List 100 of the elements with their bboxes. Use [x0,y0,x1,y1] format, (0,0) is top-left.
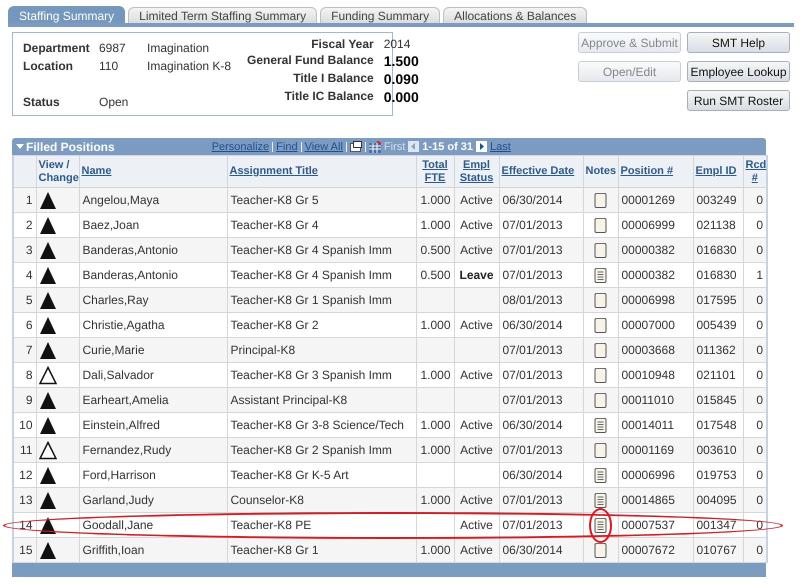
table-cell: 0 [743,362,767,388]
triangle-icon[interactable] [38,316,56,334]
notepad-icon[interactable] [594,366,607,384]
notepad-icon[interactable] [594,192,607,208]
table-cell: 00014865 [618,488,693,512]
notepad-icon[interactable] [594,242,607,258]
table-cell: 00010948 [618,362,693,388]
table-cell: Active [454,362,499,388]
table-cell: 005439 [693,312,743,338]
notepad-icon[interactable] [594,542,607,558]
table-cell: 0 [743,338,767,362]
table-cell: Christie,Agatha [79,312,227,338]
table-cell: 07/01/2013 [499,488,583,512]
table-cell: Active [454,538,499,562]
table-cell: 0 [743,438,767,462]
table-cell: Banderas,Antonio [79,238,227,262]
table-cell: 0 [743,462,767,488]
table-cell: Earheart,Amelia [79,388,227,412]
notepad-icon[interactable] [594,442,607,458]
field-label: Department [23,41,91,55]
table-cell: Assistant Principal-K8 [227,388,416,412]
action-button[interactable]: Run SMT Roster [687,90,790,111]
table-cell: 1 [743,262,767,288]
field-label: Fiscal Year [310,37,374,51]
column-header[interactable]: Effective Date [499,156,583,188]
table-cell: 1.000 [416,312,454,338]
table-cell: 016830 [693,238,743,262]
triangle-icon[interactable] [38,490,56,510]
table-cell: Teacher-K8 Gr 2 Spanish Imm [227,438,416,462]
notepad-icon[interactable] [594,216,607,234]
table-cell: 07/01/2013 [499,338,583,362]
table-cell: 00007672 [618,538,693,562]
note-with-text-icon[interactable] [594,416,607,434]
table-cell: 0.500 [416,262,454,288]
table-cell: 0 [743,188,767,212]
row-number: 7 [13,338,36,362]
column-header: Notes [583,156,618,188]
table-cell: 0 [743,488,767,512]
triangle-icon[interactable] [38,390,56,410]
triangle-icon[interactable] [38,540,56,560]
note-with-text-icon[interactable] [594,492,607,508]
column-header[interactable]: Name [79,156,227,188]
triangle-icon[interactable] [38,240,56,260]
table-cell: Angelou,Maya [79,188,227,212]
new-window-icon[interactable] [350,141,362,152]
table-cell: 06/30/2014 [499,412,583,438]
notepad-icon[interactable] [594,342,607,358]
row-number: 12 [13,462,36,488]
field-value: 110 [99,59,120,73]
table-cell: 00011010 [618,388,693,412]
note-with-text-icon[interactable] [594,266,607,284]
triangle-icon[interactable] [38,340,56,360]
note-with-text-icon[interactable] [594,516,607,534]
triangle-icon[interactable] [38,216,56,234]
column-header[interactable]: Empl Status [454,156,499,188]
outline-triangle-icon[interactable] [38,366,56,384]
notepad-icon[interactable] [594,292,607,308]
table-cell: 00003668 [618,338,693,362]
table-cell: Teacher-K8 Gr K-5 Art [227,462,416,488]
table-cell: Ford,Harrison [79,462,227,488]
triangle-icon[interactable] [38,266,56,284]
triangle-icon[interactable] [38,466,56,484]
tab[interactable]: Funding Summary [320,7,440,23]
table-cell: 00007000 [618,312,693,338]
field-label: Title I Balance [292,71,374,87]
triangle-icon[interactable] [38,416,56,434]
row-number: 13 [13,488,36,512]
action-button[interactable]: Employee Lookup [687,61,790,82]
notepad-icon[interactable] [594,316,607,334]
table-cell: Active [454,312,499,338]
tab[interactable]: Limited Term Staffing Summary [128,7,318,23]
collapse-caret-icon[interactable] [16,144,24,149]
column-header[interactable]: Assignment Title [227,156,416,188]
tab[interactable]: Allocations & Balances [443,7,588,23]
table-cell: Einstein,Alfred [79,412,227,438]
table-cell: 003610 [693,438,743,462]
next-icon[interactable] [476,141,488,152]
notepad-icon[interactable] [594,392,607,408]
table-cell: 0 [743,538,767,562]
table-cell: 07/01/2013 [499,238,583,262]
column-header[interactable]: Position # [618,156,693,188]
page-range: 1-15 of 31 [422,140,474,152]
table-cell: 07/01/2013 [499,362,583,388]
table-cell: Curie,Marie [79,338,227,362]
column-header[interactable]: Rcd # [743,156,767,188]
table-cell: Baez,Joan [79,212,227,238]
table-cell: 019753 [693,462,743,488]
table-cell: Active [454,212,499,238]
outline-triangle-icon[interactable] [38,440,56,460]
spreadsheet-icon[interactable] [368,140,381,152]
column-header[interactable]: Total FTE [416,156,454,188]
triangle-icon[interactable] [38,190,56,210]
triangle-icon[interactable] [38,516,56,534]
table-cell: 0.500 [416,238,454,262]
triangle-icon[interactable] [38,290,56,310]
table-cell: 00006996 [618,462,693,488]
table-cell: Active [454,412,499,438]
note-with-text-icon[interactable] [594,466,607,484]
column-header[interactable]: Empl ID [693,156,743,188]
action-button[interactable]: SMT Help [687,32,790,53]
